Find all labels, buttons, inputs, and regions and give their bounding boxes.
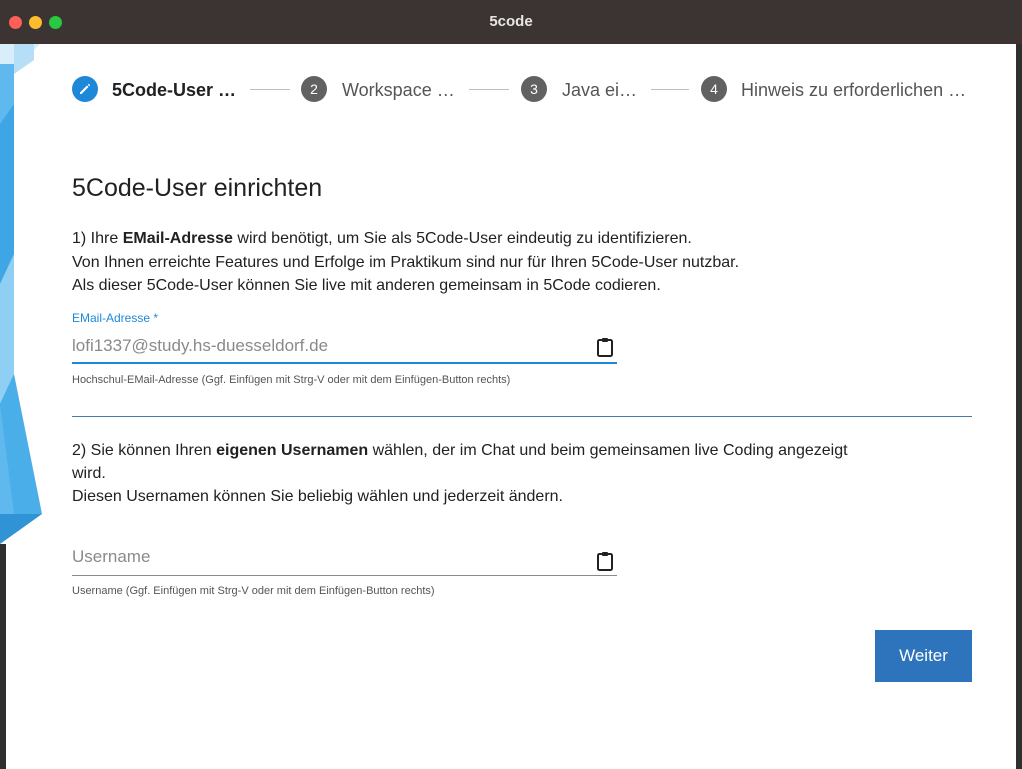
username-paste-button[interactable] (596, 551, 614, 571)
step-4-label[interactable]: Hinweis zu erforderlichen … (741, 80, 966, 101)
email-paste-button[interactable] (596, 337, 614, 357)
step-2-circle[interactable]: 2 (301, 76, 327, 102)
username-field-helper: Username (Ggf. Einfügen mit Strg-V oder … (72, 585, 435, 597)
window-edge (1016, 44, 1022, 769)
bold-text: eigenen Usernamen (216, 442, 369, 459)
step-connector (250, 89, 290, 90)
step-4-circle[interactable]: 4 (701, 76, 727, 102)
text: 1) Ihre (72, 230, 123, 247)
bold-text: EMail-Adresse (122, 230, 233, 247)
section-divider (72, 416, 972, 417)
email-field-helper: Hochschul-EMail-Adresse (Ggf. Einfügen m… (72, 374, 511, 386)
clipboard-icon (597, 338, 613, 357)
section2-line1: 2) Sie können Ihren eigenen Usernamen wä… (72, 439, 848, 463)
email-field-underline (72, 362, 617, 364)
section1-line2: Von Ihnen erreichte Features und Erfolge… (72, 254, 740, 271)
title-bar: 5code (0, 0, 1022, 44)
email-field-label: EMail-Adresse * (72, 311, 159, 325)
username-field[interactable] (72, 545, 617, 569)
clipboard-icon (597, 552, 613, 571)
window-title: 5code (489, 13, 533, 30)
section1-line1: 1) Ihre EMail-Adresse wird benötigt, um … (72, 227, 692, 251)
step-3-circle[interactable]: 3 (521, 76, 547, 102)
username-field-underline (72, 575, 617, 576)
email-field[interactable] (72, 334, 617, 358)
next-button[interactable]: Weiter (875, 630, 972, 682)
page-title: 5Code-User einrichten (72, 174, 323, 202)
step-connector (469, 89, 509, 90)
step-connector (651, 89, 689, 90)
text: wird benötigt, um Sie als 5Code-User ein… (232, 230, 692, 247)
section2-line3: Diesen Usernamen können Sie beliebig wäh… (72, 488, 563, 505)
section2-line2: wird. (72, 465, 106, 482)
step-3-label[interactable]: Java ei… (562, 80, 637, 101)
step-1-label[interactable]: 5Code-User … (112, 80, 236, 101)
section1-line3: Als dieser 5Code-User können Sie live mi… (72, 277, 661, 294)
text: wählen, der im Chat und beim gemeinsamen… (368, 442, 848, 459)
background-decoration (0, 44, 44, 769)
step-2-label[interactable]: Workspace … (342, 80, 455, 101)
pencil-icon (80, 83, 91, 94)
step-1-circle[interactable] (72, 76, 98, 102)
text: 2) Sie können Ihren (72, 442, 217, 459)
